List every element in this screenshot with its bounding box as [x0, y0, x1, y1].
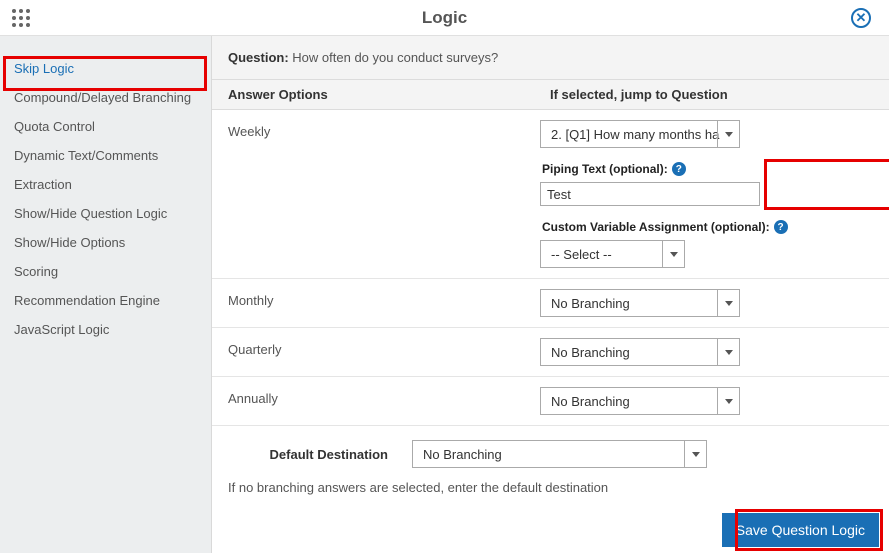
default-destination-label: Default Destination	[228, 447, 388, 462]
cva-select[interactable]: -- Select --	[540, 240, 685, 268]
apps-grid-icon[interactable]	[12, 9, 30, 27]
chevron-down-icon	[684, 441, 706, 467]
annually-jump-select[interactable]: No Branching	[540, 387, 740, 415]
table-header: Answer Options If selected, jump to Ques…	[212, 80, 889, 110]
weekly-jump-value: 2. [Q1] How many months ha	[551, 127, 719, 142]
answer-row-monthly: Monthly No Branching	[212, 279, 889, 328]
col-jump-to: If selected, jump to Question	[540, 80, 889, 109]
page-title: Logic	[422, 8, 467, 28]
piping-text-label: Piping Text (optional): ?	[540, 162, 879, 176]
quarterly-jump-select[interactable]: No Branching	[540, 338, 740, 366]
sidebar-item-javascript-logic[interactable]: JavaScript Logic	[0, 315, 211, 344]
sidebar-item-quota-control[interactable]: Quota Control	[0, 112, 211, 141]
footer: Save Question Logic	[722, 513, 879, 547]
main-panel: Question: How often do you conduct surve…	[212, 36, 889, 553]
question-text: How often do you conduct surveys?	[292, 50, 498, 65]
sidebar-item-skip-logic[interactable]: Skip Logic	[0, 54, 211, 83]
sidebar-item-show-hide-options[interactable]: Show/Hide Options	[0, 228, 211, 257]
cva-label: Custom Variable Assignment (optional): ?	[540, 220, 879, 234]
chevron-down-icon	[717, 388, 739, 414]
help-icon[interactable]: ?	[672, 162, 686, 176]
sidebar-item-extraction[interactable]: Extraction	[0, 170, 211, 199]
sidebar-item-scoring[interactable]: Scoring	[0, 257, 211, 286]
help-icon[interactable]: ?	[774, 220, 788, 234]
save-question-logic-button[interactable]: Save Question Logic	[722, 513, 879, 547]
sidebar-item-compound-branching[interactable]: Compound/Delayed Branching	[0, 83, 211, 112]
default-destination-row: Default Destination No Branching	[212, 426, 889, 472]
answer-label-quarterly: Quarterly	[212, 338, 540, 366]
weekly-jump-select[interactable]: 2. [Q1] How many months ha	[540, 120, 740, 148]
answer-row-quarterly: Quarterly No Branching	[212, 328, 889, 377]
sidebar: Skip Logic Compound/Delayed Branching Qu…	[0, 36, 212, 553]
monthly-jump-select[interactable]: No Branching	[540, 289, 740, 317]
question-row: Question: How often do you conduct surve…	[212, 36, 889, 80]
chevron-down-icon	[662, 241, 684, 267]
question-label: Question:	[228, 50, 289, 65]
sidebar-item-recommendation-engine[interactable]: Recommendation Engine	[0, 286, 211, 315]
chevron-down-icon	[717, 339, 739, 365]
piping-text-input[interactable]: Test	[540, 182, 760, 206]
chevron-down-icon	[717, 290, 739, 316]
sidebar-item-show-hide-question[interactable]: Show/Hide Question Logic	[0, 199, 211, 228]
sidebar-item-dynamic-text[interactable]: Dynamic Text/Comments	[0, 141, 211, 170]
hint-text: If no branching answers are selected, en…	[212, 472, 889, 503]
answer-label-weekly: Weekly	[212, 120, 540, 268]
cva-value: -- Select --	[551, 247, 612, 262]
header: Logic ✕	[0, 0, 889, 36]
answer-row-annually: Annually No Branching	[212, 377, 889, 426]
default-destination-select[interactable]: No Branching	[412, 440, 707, 468]
answer-row-weekly: Weekly 2. [Q1] How many months ha Piping…	[212, 110, 889, 279]
chevron-down-icon	[717, 121, 739, 147]
answer-label-annually: Annually	[212, 387, 540, 415]
col-answer-options: Answer Options	[212, 80, 540, 109]
answer-label-monthly: Monthly	[212, 289, 540, 317]
close-icon[interactable]: ✕	[851, 8, 871, 28]
